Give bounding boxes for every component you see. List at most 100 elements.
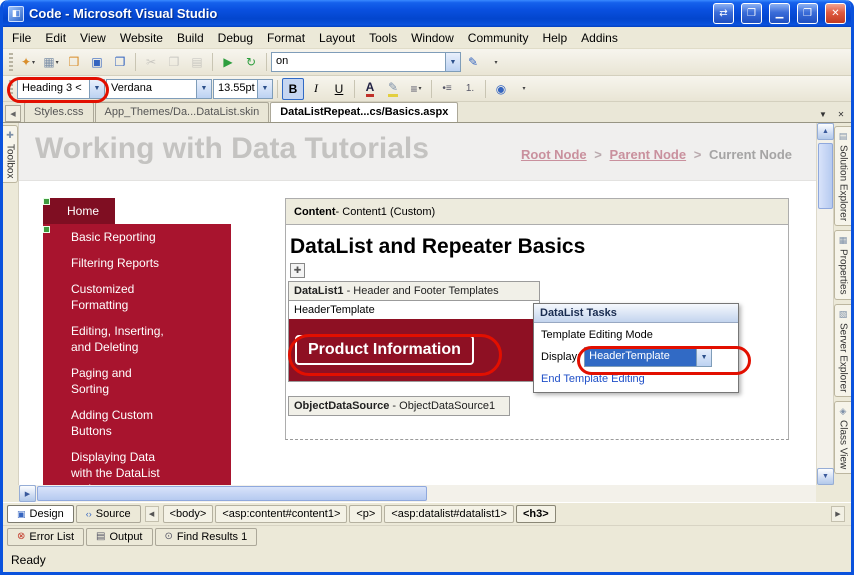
vertical-scrollbar[interactable]: ▲ ▼: [816, 123, 833, 485]
open-file-button[interactable]: ❒: [63, 51, 85, 73]
numbered-list-button[interactable]: 1.: [459, 78, 481, 100]
chevron-down-icon[interactable]: ▼: [196, 80, 211, 98]
align-button[interactable]: ≡▾: [405, 78, 427, 100]
tab-basics-aspx[interactable]: DataListRepeat...cs/Basics.aspx: [270, 102, 458, 122]
maximize-button[interactable]: ❐: [797, 3, 818, 24]
toolbar-options-button[interactable]: ▾: [485, 51, 507, 73]
menu-item[interactable]: Window: [404, 28, 461, 48]
save-button[interactable]: ▣: [86, 51, 108, 73]
tag-prev-icon[interactable]: ◀: [145, 506, 159, 522]
cut-button[interactable]: ✂: [140, 51, 162, 73]
design-view-button[interactable]: ▣ Design: [7, 505, 74, 523]
scroll-right-icon[interactable]: ▶: [19, 485, 36, 502]
chevron-down-icon[interactable]: ▼: [89, 80, 104, 98]
horizontal-scroll-thumb[interactable]: [37, 486, 427, 501]
menu-item[interactable]: View: [73, 28, 113, 48]
menu-item[interactable]: Community: [461, 28, 536, 48]
side-panel-tab[interactable]: ▦ Properties: [834, 230, 851, 300]
source-view-button[interactable]: ‹› Source: [76, 505, 141, 523]
side-panel-tab[interactable]: ▤ Solution Explorer: [834, 126, 851, 226]
window-dock-button[interactable]: ❐: [741, 3, 762, 24]
html-edit-button[interactable]: ✎: [462, 51, 484, 73]
nav-item[interactable]: Displaying Data with the DataList and: [43, 444, 231, 485]
chevron-down-icon[interactable]: ▼: [257, 80, 272, 98]
scroll-up-icon[interactable]: ▲: [817, 123, 834, 140]
output-tab[interactable]: ▤ Output: [86, 528, 152, 546]
nav-item-home[interactable]: Home: [43, 198, 115, 224]
vertical-scroll-thumb[interactable]: [818, 143, 833, 209]
template-editing-box[interactable]: HeaderTemplate Product Information: [288, 301, 540, 382]
style-combobox[interactable]: Heading 3 < ▼: [17, 79, 105, 99]
menu-item[interactable]: File: [5, 28, 38, 48]
horizontal-scrollbar[interactable]: ◀ ▶: [19, 485, 816, 502]
start-debug-button[interactable]: ▶: [217, 51, 239, 73]
tag-chip[interactable]: <asp:content#content1>: [215, 505, 347, 523]
menu-item[interactable]: Addins: [574, 28, 625, 48]
minimize-button[interactable]: ▁: [769, 3, 790, 24]
toolbar-combobox[interactable]: on ▼: [271, 52, 461, 72]
breadcrumb-root-link[interactable]: Root Node: [521, 147, 587, 162]
save-all-button[interactable]: ❐: [109, 51, 131, 73]
tab-styles-css[interactable]: Styles.css: [24, 102, 94, 122]
tag-chip[interactable]: <p>: [349, 505, 382, 523]
menu-item[interactable]: Website: [113, 28, 170, 48]
nav-item[interactable]: Basic Reporting: [43, 224, 231, 250]
display-template-dropdown[interactable]: HeaderTemplate ▼: [584, 347, 712, 367]
chevron-down-icon[interactable]: ▼: [445, 53, 460, 71]
font-color-button[interactable]: A: [359, 78, 381, 100]
nav-item[interactable]: Editing, Inserting, and Deleting: [43, 318, 231, 360]
menu-item[interactable]: Build: [170, 28, 211, 48]
side-panel-tab[interactable]: ▧ Server Explorer: [834, 304, 851, 397]
smart-tag-glyph[interactable]: [43, 226, 50, 233]
error-list-tab[interactable]: ⊗ Error List: [7, 528, 84, 546]
end-template-editing-link[interactable]: End Template Editing: [541, 373, 731, 385]
view-in-browser-button[interactable]: ↻: [240, 51, 262, 73]
nav-item[interactable]: Filtering Reports: [43, 250, 231, 276]
italic-button[interactable]: I: [305, 78, 327, 100]
close-button[interactable]: ✕: [825, 3, 846, 24]
objectdatasource-control-header[interactable]: ObjectDataSource - ObjectDataSource1: [288, 396, 510, 416]
toolbar-grip[interactable]: [9, 53, 13, 71]
title-bar[interactable]: ◧ Code - Microsoft Visual Studio ⇄ ❐ ▁ ❐…: [3, 0, 851, 27]
add-component-button[interactable]: ▦▾: [40, 51, 62, 73]
menu-item[interactable]: Layout: [312, 28, 362, 48]
tab-datalist-skin[interactable]: App_Themes/Da...DataList.skin: [95, 102, 270, 122]
menu-item[interactable]: Edit: [38, 28, 73, 48]
tag-chip[interactable]: <h3>: [516, 505, 556, 523]
new-item-button[interactable]: ✦▾: [17, 51, 39, 73]
smart-tag-glyph[interactable]: [43, 198, 50, 205]
find-results-tab[interactable]: ⊙ Find Results 1: [155, 528, 258, 546]
tag-chip[interactable]: <asp:datalist#datalist1>: [384, 505, 514, 523]
header-template-region[interactable]: Product Information: [289, 319, 539, 381]
bold-button[interactable]: B: [282, 78, 304, 100]
font-combobox[interactable]: Verdana ▼: [106, 79, 212, 99]
menu-item[interactable]: Format: [260, 28, 312, 48]
menu-item[interactable]: Tools: [362, 28, 404, 48]
tag-next-icon[interactable]: ▶: [831, 506, 845, 522]
side-panel-tab[interactable]: ◈ Class View: [834, 401, 851, 474]
font-size-combobox[interactable]: 13.55pt ▼: [213, 79, 273, 99]
menu-item[interactable]: Debug: [211, 28, 260, 48]
design-surface[interactable]: Working with Data Tutorials Root Node > …: [19, 123, 816, 485]
menu-item[interactable]: Help: [535, 28, 574, 48]
move-handle-icon[interactable]: ✚: [290, 263, 305, 278]
copy-button[interactable]: ❐: [163, 51, 185, 73]
datalist-control-header[interactable]: DataList1 - Header and Footer Templates: [288, 281, 540, 301]
nav-item[interactable]: Customized Formatting: [43, 276, 231, 318]
tab-scroll-button[interactable]: ◀: [5, 105, 21, 122]
scroll-down-icon[interactable]: ▼: [817, 468, 834, 485]
breadcrumb-parent-link[interactable]: Parent Node: [610, 147, 687, 162]
toolbox-tab[interactable]: ✚ Toolbox: [3, 125, 18, 183]
nav-item[interactable]: Paging and Sorting: [43, 360, 231, 402]
chevron-down-icon[interactable]: ▼: [696, 348, 711, 366]
content-region-header[interactable]: Content - Content1 (Custom): [286, 199, 788, 225]
toolbar-options-button[interactable]: ▾: [513, 78, 535, 100]
highlight-button[interactable]: ✎: [382, 78, 404, 100]
product-information-text[interactable]: Product Information: [295, 335, 474, 365]
paste-button[interactable]: ▤: [186, 51, 208, 73]
tab-close-button[interactable]: ✕: [833, 106, 849, 122]
nav-item[interactable]: Adding Custom Buttons: [43, 402, 231, 444]
toolbar-grip[interactable]: [9, 80, 13, 98]
tab-menu-button[interactable]: ▼: [815, 106, 831, 122]
underline-button[interactable]: U: [328, 78, 350, 100]
